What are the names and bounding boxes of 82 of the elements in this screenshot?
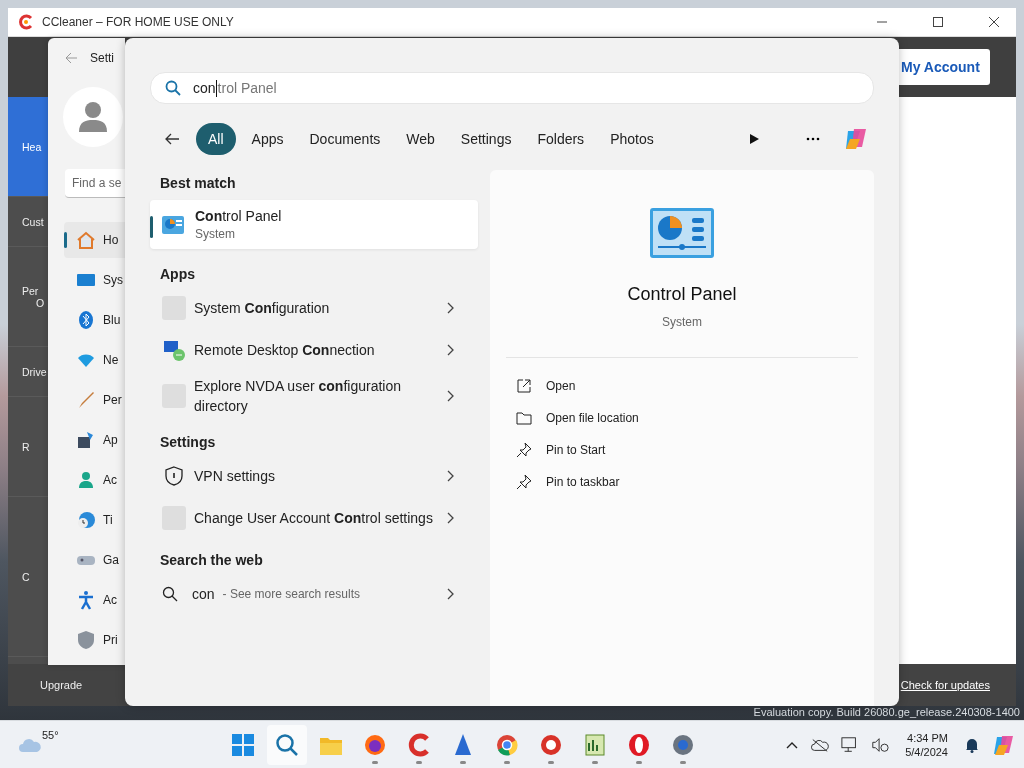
nav-item[interactable]: Pri (64, 622, 125, 658)
nav-item[interactable]: Blu (64, 302, 125, 338)
app-logo-icon (18, 14, 34, 30)
action-item[interactable]: Pin to Start (506, 434, 858, 466)
evaluation-notice: Evaluation copy. Build 26080.ge_release.240308-1400 (753, 706, 1020, 718)
pin-icon (516, 442, 532, 458)
browser-icon (363, 732, 387, 757)
bluetooth-icon (76, 310, 96, 330)
bell-icon[interactable] (964, 736, 980, 753)
control-panel-icon (650, 208, 714, 258)
nav-item[interactable]: Per (64, 382, 125, 418)
chart-icon (583, 732, 607, 757)
browser-icon (627, 732, 651, 757)
chevron-right-icon[interactable] (446, 390, 454, 402)
folder-icon (516, 410, 532, 426)
nav-item[interactable]: Ti (64, 502, 125, 538)
nav-item[interactable]: Sys (64, 262, 125, 298)
nav-item[interactable]: Ne (64, 342, 125, 378)
close-icon[interactable] (988, 16, 1000, 28)
speaker-muted-icon[interactable] (871, 735, 890, 754)
chevron-right-icon[interactable] (446, 588, 454, 600)
pin-icon (516, 474, 532, 490)
nav-item[interactable]: Ac (64, 582, 125, 618)
app-title: Control Panel (627, 284, 737, 305)
nav-item[interactable]: Ac (64, 462, 125, 498)
more-icon[interactable] (806, 137, 820, 141)
check-updates-link[interactable]: Check for updates (900, 679, 990, 691)
result-item[interactable]: Control Panel System (150, 200, 478, 249)
nav-item[interactable]: Ap (64, 422, 125, 458)
open-icon (516, 378, 532, 394)
web-search-item[interactable]: con - See more search results (150, 573, 478, 615)
play-icon[interactable] (748, 133, 760, 145)
search-icon (275, 732, 299, 757)
result-item[interactable]: Change User Account Control settings (150, 497, 478, 539)
search-icon (162, 586, 178, 602)
sidebar-item[interactable]: Hea (8, 97, 48, 197)
filter-tab[interactable]: All (196, 123, 236, 155)
brush-icon (76, 390, 96, 410)
apps-icon (76, 430, 96, 450)
remote-desktop-icon (162, 338, 186, 362)
search-field[interactable]: control Panel (150, 72, 874, 104)
chevron-right-icon[interactable] (446, 344, 454, 356)
search-query: con (193, 80, 216, 96)
temperature[interactable]: 55° (42, 728, 59, 741)
account-button[interactable]: My Account (899, 49, 990, 85)
windows-logo-icon (231, 732, 255, 757)
upgrade-link[interactable]: Upgrade (40, 679, 83, 691)
home-icon (76, 230, 96, 250)
clock-icon (76, 510, 96, 530)
action-item[interactable]: Open (506, 370, 858, 402)
browser-icon (495, 732, 519, 757)
accessibility-icon (76, 590, 96, 610)
chevron-right-icon[interactable] (446, 470, 454, 482)
result-item[interactable]: System Configuration (150, 287, 478, 329)
taskbar-app[interactable] (267, 724, 307, 765)
maximize-icon[interactable] (932, 16, 944, 28)
search-icon (165, 80, 181, 96)
back-arrow-icon[interactable] (164, 131, 180, 147)
chevron-right-icon[interactable] (446, 302, 454, 314)
nav-item[interactable]: Ga (64, 542, 125, 578)
window-title: Setti (90, 51, 114, 65)
window-title: CCleaner – FOR HOME USE ONLY (42, 15, 234, 29)
section-heading: Search the web (159, 551, 264, 570)
person-icon (76, 470, 96, 490)
app-subtitle: System (662, 315, 702, 329)
section-heading: Best match (159, 174, 237, 193)
shield-icon (162, 464, 186, 488)
clock[interactable]: 4:34 PM 5/4/2024 (905, 731, 948, 758)
result-item[interactable]: Remote Desktop Connection (150, 329, 478, 371)
result-item[interactable]: VPN settings (150, 455, 478, 497)
result-item[interactable]: Explore NVDA user configuration directory (150, 371, 478, 421)
shield-icon (76, 630, 96, 650)
chevron-right-icon[interactable] (446, 512, 454, 524)
autocomplete-text: trol Panel (217, 80, 277, 96)
section-heading: Apps (159, 265, 196, 284)
action-item[interactable]: Pin to taskbar (506, 466, 858, 498)
nav-item[interactable]: Ho (64, 222, 125, 258)
search-field[interactable]: Find a se (65, 169, 125, 198)
section-heading: Settings (159, 433, 217, 452)
action-item[interactable]: Open file location (506, 402, 858, 434)
app-logo-icon (539, 732, 563, 757)
app-logo-icon (407, 732, 431, 757)
